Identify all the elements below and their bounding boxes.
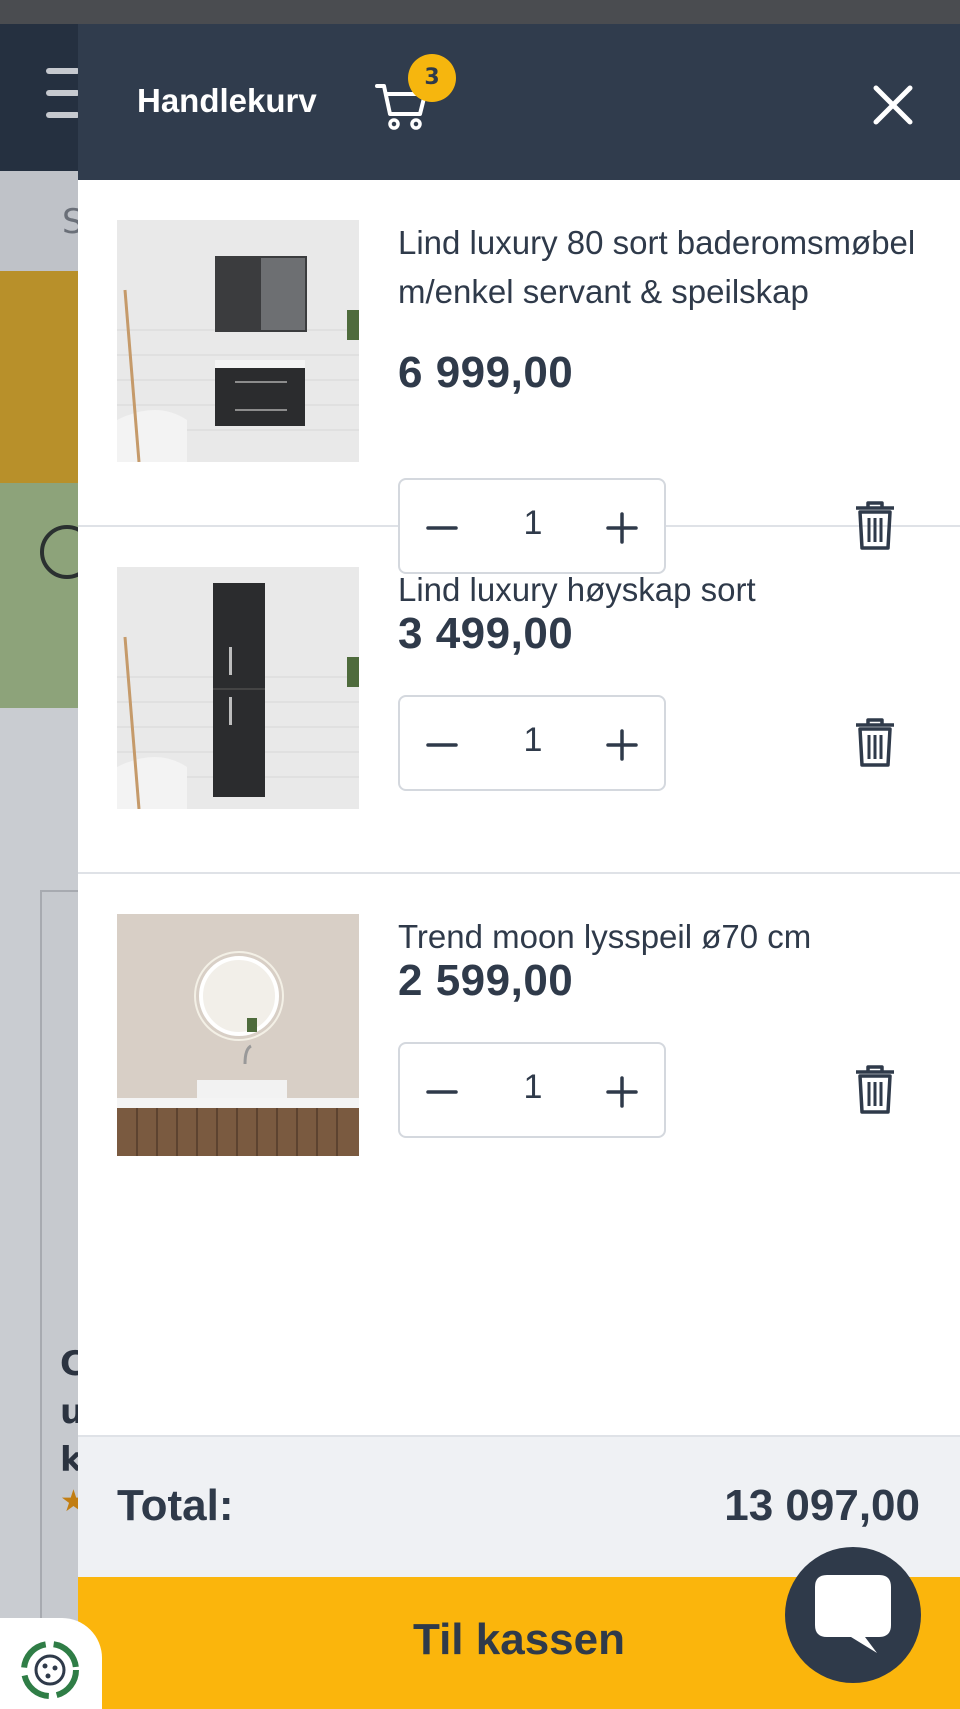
checkout-button-label: Til kassen bbox=[413, 1615, 625, 1664]
status-bar bbox=[0, 0, 960, 24]
recycle-icon bbox=[21, 1641, 79, 1699]
cart-count-badge: 3 bbox=[408, 54, 456, 102]
close-icon[interactable] bbox=[870, 82, 916, 128]
decrease-quantity-button[interactable] bbox=[414, 717, 470, 773]
hamburger-menu-icon bbox=[46, 68, 80, 128]
chat-bubble-icon bbox=[815, 1575, 891, 1653]
cart-item: Trend moon lysspeil ø70 cm 2 599,00 1 bbox=[78, 874, 960, 1221]
eco-widget-button[interactable] bbox=[0, 1618, 102, 1709]
product-image[interactable] bbox=[117, 914, 359, 1156]
total-label: Total: bbox=[117, 1481, 234, 1530]
product-name[interactable]: Trend moon lysspeil ø70 cm bbox=[398, 912, 918, 961]
product-price: 6 999,00 bbox=[398, 348, 574, 397]
product-price: 2 599,00 bbox=[398, 956, 574, 1005]
quantity-stepper: 1 bbox=[398, 1042, 666, 1138]
decrease-quantity-button[interactable] bbox=[414, 1064, 470, 1120]
product-image[interactable] bbox=[117, 220, 359, 462]
trash-icon[interactable] bbox=[852, 715, 898, 769]
chat-button[interactable] bbox=[785, 1547, 921, 1683]
quantity-value[interactable]: 1 bbox=[500, 721, 566, 760]
cart-item: Lind luxury 80 sort baderomsmøbel m/enke… bbox=[78, 180, 960, 574]
total-value: 13 097,00 bbox=[724, 1481, 920, 1530]
cart-items-list: Lind luxury 80 sort baderomsmøbel m/enke… bbox=[78, 180, 960, 1221]
increase-quantity-button[interactable] bbox=[594, 1064, 650, 1120]
product-name[interactable]: Lind luxury høyskap sort bbox=[398, 565, 918, 614]
product-name[interactable]: Lind luxury 80 sort baderomsmøbel m/enke… bbox=[398, 218, 918, 316]
trash-icon[interactable] bbox=[852, 1062, 898, 1116]
increase-quantity-button[interactable] bbox=[594, 717, 650, 773]
cart-item: Lind luxury høyskap sort 3 499,00 1 bbox=[78, 527, 960, 874]
product-price: 3 499,00 bbox=[398, 609, 574, 658]
cart-drawer-title: Handlekurv bbox=[137, 82, 317, 119]
cart-drawer-header: Handlekurv 3 bbox=[78, 24, 960, 180]
quantity-value[interactable]: 1 bbox=[500, 1068, 566, 1107]
quantity-stepper: 1 bbox=[398, 695, 666, 791]
cart-drawer: Handlekurv 3 Lind luxury 80 sort baderom… bbox=[78, 24, 960, 1709]
product-image[interactable] bbox=[117, 567, 359, 809]
